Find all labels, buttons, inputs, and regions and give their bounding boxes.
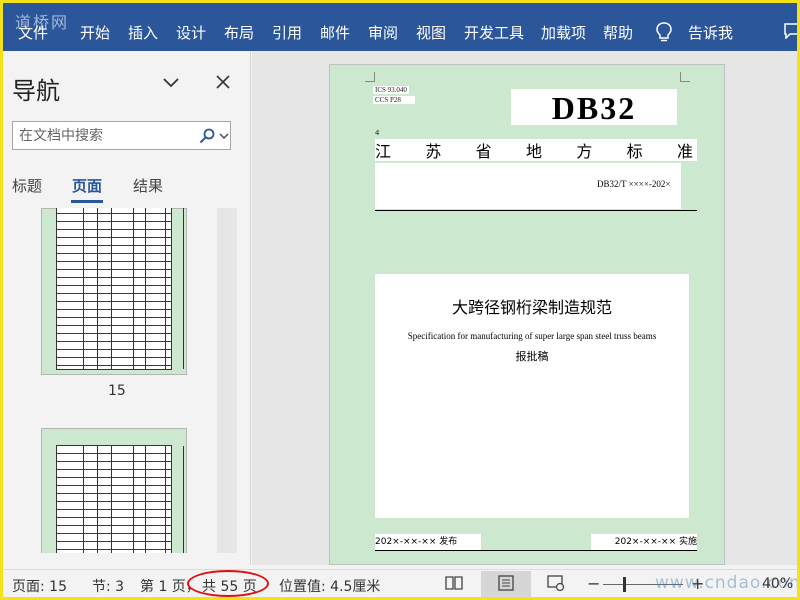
tab-addins[interactable]: 加载项	[541, 22, 586, 43]
ccs-code: CCS P28	[373, 96, 415, 104]
document-title-english: Specification for manufacturing of super…	[407, 331, 657, 341]
heading-char: 江	[375, 142, 392, 161]
lightbulb-icon[interactable]	[655, 21, 673, 43]
ics-code: ICS 93.040	[373, 86, 409, 94]
tab-help[interactable]: 帮助	[603, 22, 633, 43]
standard-number-box: DB32/T ××××-202×	[375, 163, 681, 209]
issue-date: 202×-××-×× 发布	[375, 534, 481, 550]
tab-mailings[interactable]: 邮件	[320, 22, 350, 43]
tab-references[interactable]: 引用	[272, 22, 302, 43]
tab-insert[interactable]: 插入	[128, 22, 158, 43]
search-icon[interactable]	[199, 128, 215, 144]
nav-search-input[interactable]	[19, 126, 189, 146]
navigation-pane: 导航 标题 页面 结果 15	[3, 51, 251, 565]
small-mark: 4	[375, 129, 380, 137]
close-icon[interactable]	[215, 74, 231, 90]
divider	[375, 550, 697, 551]
tab-developer[interactable]: 开发工具	[464, 22, 524, 43]
title-box: 大跨径钢桁梁制造规范 Specification for manufacturi…	[375, 274, 689, 518]
nav-pane-title: 导航	[12, 77, 60, 105]
standard-prefix: DB32	[511, 89, 677, 126]
tab-design[interactable]: 设计	[176, 22, 206, 43]
zoom-slider-handle[interactable]	[623, 577, 626, 592]
nav-tab-results[interactable]: 结果	[133, 175, 163, 196]
nav-tab-pages[interactable]: 页面	[72, 175, 102, 196]
tab-home[interactable]: 开始	[80, 22, 110, 43]
document-stage: 报批稿	[515, 350, 549, 363]
search-options-chevron-icon[interactable]	[219, 132, 229, 140]
comment-icon[interactable]	[784, 23, 797, 39]
status-page[interactable]: 页面: 15	[12, 576, 67, 596]
tab-file[interactable]: 文件	[18, 22, 48, 43]
annotation-circle	[187, 570, 269, 597]
heading-char: 苏	[425, 142, 442, 161]
chevron-down-icon[interactable]	[161, 75, 181, 91]
thumbnails-scrollbar[interactable]	[217, 208, 237, 553]
nav-tab-headings[interactable]: 标题	[12, 175, 42, 196]
zoom-out-button[interactable]: −	[587, 574, 600, 593]
page-thumbnail-15[interactable]	[41, 208, 187, 375]
ribbon-menu: 道桥网 文件 开始 插入 设计 布局 引用 邮件 审阅 视图 开发工具 加载项 …	[3, 3, 797, 51]
heading-char: 方	[576, 142, 593, 161]
page-thumbnail-16[interactable]	[41, 428, 187, 553]
zoom-level[interactable]: 40%	[762, 576, 793, 592]
status-section[interactable]: 节: 3	[92, 576, 124, 596]
active-tab-indicator	[71, 200, 103, 203]
read-mode-icon[interactable]	[445, 575, 463, 591]
tab-layout[interactable]: 布局	[224, 22, 254, 43]
word-window: 道桥网 文件 开始 插入 设计 布局 引用 邮件 审阅 视图 开发工具 加载项 …	[3, 3, 797, 597]
crop-mark	[680, 72, 690, 82]
standard-number: DB32/T ××××-202×	[597, 179, 671, 189]
web-layout-icon[interactable]	[547, 575, 565, 591]
divider	[375, 210, 697, 211]
document-area: ICS 93.040 CCS P28 DB32 4 江 苏 省 地 方 标 准 …	[252, 51, 797, 565]
heading-char: 标	[626, 142, 643, 161]
document-page[interactable]: ICS 93.040 CCS P28 DB32 4 江 苏 省 地 方 标 准 …	[329, 64, 725, 565]
heading-char: 省	[475, 142, 492, 161]
tell-me-search[interactable]: 告诉我	[688, 22, 733, 43]
heading-char: 地	[525, 142, 542, 161]
tab-view[interactable]: 视图	[416, 22, 446, 43]
print-layout-icon[interactable]	[497, 575, 515, 591]
crop-mark	[365, 72, 375, 82]
implementation-date: 202×-××-×× 实施	[591, 534, 697, 550]
status-bar: 页面: 15 节: 3 第 1 页， 共 55 页 位置值: 4.5厘米 − +…	[3, 569, 797, 597]
nav-search-box[interactable]	[12, 121, 231, 150]
tab-review[interactable]: 审阅	[368, 22, 398, 43]
document-title: 大跨径钢桁梁制造规范	[451, 298, 612, 317]
heading-char: 准	[676, 142, 693, 161]
page-thumbnail-label: 15	[108, 383, 126, 399]
status-position[interactable]: 位置值: 4.5厘米	[279, 576, 380, 596]
page-thumbnails: 15	[3, 208, 241, 553]
province-standard-heading: 江 苏 省 地 方 标 准	[375, 139, 697, 161]
